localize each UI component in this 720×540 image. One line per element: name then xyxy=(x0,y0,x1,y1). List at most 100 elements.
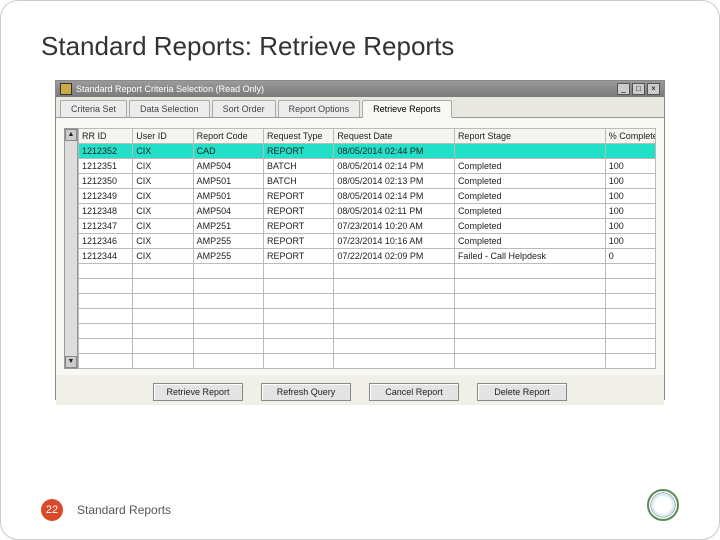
col-request-type[interactable]: Request Type xyxy=(263,129,333,144)
cell-stage[interactable] xyxy=(454,309,605,324)
window-titlebar[interactable]: Standard Report Criteria Selection (Read… xyxy=(56,81,664,97)
table-row[interactable] xyxy=(79,279,656,294)
cell-date[interactable]: 07/23/2014 10:20 AM xyxy=(334,219,455,234)
cell-user[interactable] xyxy=(133,309,193,324)
cell-type[interactable]: REPORT xyxy=(263,219,333,234)
cell-user[interactable] xyxy=(133,339,193,354)
cell-code[interactable] xyxy=(193,339,263,354)
cell-pct[interactable] xyxy=(605,339,655,354)
cell-stage[interactable] xyxy=(454,324,605,339)
table-scrollbar[interactable]: ▲ ▼ xyxy=(64,128,78,369)
cell-user[interactable] xyxy=(133,294,193,309)
cell-type[interactable] xyxy=(263,279,333,294)
cell-date[interactable] xyxy=(334,264,455,279)
cell-type[interactable] xyxy=(263,339,333,354)
tab-report-options[interactable]: Report Options xyxy=(278,100,361,117)
maximize-button[interactable]: □ xyxy=(632,83,645,95)
table-row[interactable] xyxy=(79,264,656,279)
cell-user[interactable]: CIX xyxy=(133,234,193,249)
cell-code[interactable] xyxy=(193,294,263,309)
cell-pct[interactable] xyxy=(605,144,655,159)
cell-stage[interactable] xyxy=(454,294,605,309)
cell-stage[interactable] xyxy=(454,264,605,279)
cell-type[interactable] xyxy=(263,294,333,309)
cell-code[interactable]: AMP501 xyxy=(193,174,263,189)
cell-stage[interactable]: Completed xyxy=(454,189,605,204)
col-rr-id[interactable]: RR ID xyxy=(79,129,133,144)
cell-pct[interactable]: 100 xyxy=(605,204,655,219)
cell-stage[interactable] xyxy=(454,279,605,294)
cell-rr[interactable]: 1212351 xyxy=(79,159,133,174)
cell-pct[interactable] xyxy=(605,324,655,339)
cell-pct[interactable] xyxy=(605,279,655,294)
cell-code[interactable] xyxy=(193,264,263,279)
cell-rr[interactable] xyxy=(79,264,133,279)
cell-code[interactable]: CAD xyxy=(193,144,263,159)
col-user-id[interactable]: User ID xyxy=(133,129,193,144)
cell-user[interactable]: CIX xyxy=(133,144,193,159)
cell-date[interactable]: 08/05/2014 02:13 PM xyxy=(334,174,455,189)
table-row[interactable]: 1212352CIXCADREPORT08/05/2014 02:44 PM xyxy=(79,144,656,159)
cell-stage[interactable]: Completed xyxy=(454,219,605,234)
tab-sort-order[interactable]: Sort Order xyxy=(212,100,276,117)
cell-stage[interactable]: Completed xyxy=(454,204,605,219)
cell-date[interactable]: 07/22/2014 02:09 PM xyxy=(334,249,455,264)
cell-date[interactable]: 08/05/2014 02:14 PM xyxy=(334,159,455,174)
cell-rr[interactable]: 1212348 xyxy=(79,204,133,219)
cell-date[interactable] xyxy=(334,324,455,339)
cell-type[interactable] xyxy=(263,354,333,369)
cell-date[interactable]: 08/05/2014 02:44 PM xyxy=(334,144,455,159)
cell-rr[interactable] xyxy=(79,354,133,369)
scroll-up-button[interactable]: ▲ xyxy=(65,129,77,141)
col-report-code[interactable]: Report Code xyxy=(193,129,263,144)
cell-pct[interactable]: 0 xyxy=(605,249,655,264)
cell-date[interactable] xyxy=(334,354,455,369)
cell-date[interactable]: 08/05/2014 02:14 PM xyxy=(334,189,455,204)
refresh-query-button[interactable]: Refresh Query xyxy=(261,383,351,401)
close-button[interactable]: × xyxy=(647,83,660,95)
cell-code[interactable]: AMP504 xyxy=(193,159,263,174)
table-row[interactable] xyxy=(79,354,656,369)
cell-user[interactable]: CIX xyxy=(133,189,193,204)
cell-stage[interactable] xyxy=(454,354,605,369)
cell-rr[interactable] xyxy=(79,339,133,354)
cell-pct[interactable]: 100 xyxy=(605,159,655,174)
cell-stage[interactable]: Completed xyxy=(454,234,605,249)
cell-rr[interactable]: 1212349 xyxy=(79,189,133,204)
table-row[interactable]: 1212350CIXAMP501BATCH08/05/2014 02:13 PM… xyxy=(79,174,656,189)
table-row[interactable] xyxy=(79,324,656,339)
cell-code[interactable]: AMP255 xyxy=(193,249,263,264)
cell-pct[interactable] xyxy=(605,309,655,324)
cell-type[interactable]: BATCH xyxy=(263,174,333,189)
cell-pct[interactable]: 100 xyxy=(605,174,655,189)
cell-rr[interactable]: 1212347 xyxy=(79,219,133,234)
cell-rr[interactable] xyxy=(79,324,133,339)
cell-date[interactable] xyxy=(334,279,455,294)
cell-pct[interactable] xyxy=(605,264,655,279)
cell-date[interactable]: 07/23/2014 10:16 AM xyxy=(334,234,455,249)
retrieve-report-button[interactable]: Retrieve Report xyxy=(153,383,243,401)
cell-type[interactable]: REPORT xyxy=(263,234,333,249)
table-row[interactable]: 1212344CIXAMP255REPORT07/22/2014 02:09 P… xyxy=(79,249,656,264)
cell-type[interactable]: REPORT xyxy=(263,189,333,204)
cell-type[interactable] xyxy=(263,324,333,339)
cell-user[interactable]: CIX xyxy=(133,159,193,174)
cell-date[interactable] xyxy=(334,339,455,354)
cell-stage[interactable]: Completed xyxy=(454,174,605,189)
cell-pct[interactable]: 100 xyxy=(605,234,655,249)
cell-code[interactable] xyxy=(193,279,263,294)
tab-data-selection[interactable]: Data Selection xyxy=(129,100,210,117)
cell-rr[interactable]: 1212346 xyxy=(79,234,133,249)
cell-user[interactable] xyxy=(133,279,193,294)
cell-type[interactable]: REPORT xyxy=(263,204,333,219)
cell-rr[interactable] xyxy=(79,294,133,309)
minimize-button[interactable]: _ xyxy=(617,83,630,95)
tab-criteria-set[interactable]: Criteria Set xyxy=(60,100,127,117)
cell-pct[interactable] xyxy=(605,354,655,369)
col-pct-complete[interactable]: % Complete xyxy=(605,129,655,144)
table-row[interactable] xyxy=(79,309,656,324)
table-row[interactable]: 1212348CIXAMP504REPORT08/05/2014 02:11 P… xyxy=(79,204,656,219)
cancel-report-button[interactable]: Cancel Report xyxy=(369,383,459,401)
cell-code[interactable] xyxy=(193,354,263,369)
cell-rr[interactable]: 1212350 xyxy=(79,174,133,189)
